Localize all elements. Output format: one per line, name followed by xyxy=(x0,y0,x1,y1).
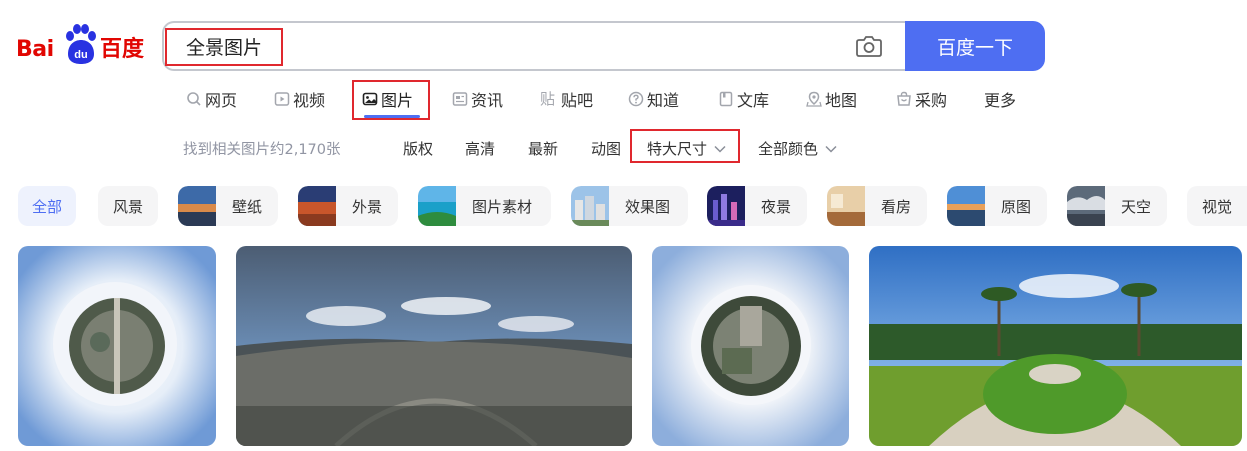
tag-label: 天空 xyxy=(1121,197,1152,216)
result-image-panorama-garden[interactable] xyxy=(869,246,1242,446)
tab-tieba[interactable]: 贴 贴吧 xyxy=(540,84,593,114)
tag-thumbnail xyxy=(418,186,456,226)
tag-thumbnail xyxy=(178,186,216,226)
cart-icon xyxy=(897,91,911,106)
filter-extra-large-size[interactable]: 特大尺寸 xyxy=(647,138,727,159)
tag-night-view[interactable]: 夜景 xyxy=(707,186,807,226)
result-thumbnail xyxy=(869,246,1242,446)
tab-label: 采购 xyxy=(915,91,948,110)
filter-label: 全部颜色 xyxy=(758,140,819,158)
tieba-icon: 贴 xyxy=(540,90,556,108)
tag-label: 壁纸 xyxy=(232,197,263,216)
tab-video[interactable]: 视频 xyxy=(274,84,325,114)
map-pin-icon xyxy=(806,91,822,107)
search-button[interactable]: 百度一下 xyxy=(905,21,1045,71)
tag-wallpaper[interactable]: 壁纸 xyxy=(178,186,278,226)
tab-purchase[interactable]: 采购 xyxy=(896,84,947,114)
tag-thumbnail xyxy=(1067,186,1105,226)
result-thumbnail xyxy=(236,246,632,446)
tab-label: 资讯 xyxy=(471,91,504,110)
baidu-logo[interactable]: Bai du 百度 xyxy=(16,24,146,68)
tag-rendering[interactable]: 效果图 xyxy=(571,186,688,226)
tab-label: 视频 xyxy=(293,91,326,110)
tab-wenku[interactable]: 文库 xyxy=(718,84,769,114)
tag-label: 夜景 xyxy=(761,197,792,216)
tag-scenery[interactable]: 风景 xyxy=(98,186,158,226)
tag-thumbnail xyxy=(707,186,745,226)
filter-all-colors[interactable]: 全部颜色 xyxy=(758,138,838,159)
tab-map[interactable]: 地图 xyxy=(806,84,857,114)
tag-all[interactable]: 全部 xyxy=(18,186,76,226)
filter-copyright[interactable]: 版权 xyxy=(403,138,433,159)
tag-thumbnail xyxy=(947,186,985,226)
tag-thumbnail xyxy=(827,186,865,226)
tab-zhidao[interactable]: 知道 xyxy=(628,84,679,114)
search-input[interactable] xyxy=(172,29,772,63)
tag-exterior[interactable]: 外景 xyxy=(298,186,398,226)
logo-text-du: du xyxy=(74,49,87,61)
tab-label: 文库 xyxy=(737,91,770,110)
tab-label: 贴吧 xyxy=(561,91,594,110)
tab-more[interactable]: 更多 xyxy=(984,84,1016,114)
search-box xyxy=(162,21,906,71)
tag-thumbnail xyxy=(298,186,336,226)
filter-animated[interactable]: 动图 xyxy=(591,138,621,159)
tag-visual[interactable]: 视觉 xyxy=(1187,186,1247,226)
logo-text-baidu: 百度 xyxy=(100,37,145,62)
tab-news[interactable]: 资讯 xyxy=(452,84,503,114)
tag-image-material[interactable]: 图片素材 xyxy=(418,186,551,226)
logo-text-bai: Bai xyxy=(16,37,54,62)
tag-label: 看房 xyxy=(881,197,912,216)
question-icon xyxy=(628,91,644,107)
result-count: 找到相关图片约2,170张 xyxy=(183,142,341,158)
tag-house-viewing[interactable]: 看房 xyxy=(827,186,927,226)
news-icon xyxy=(452,92,468,106)
play-icon xyxy=(274,92,290,106)
tag-thumbnail xyxy=(571,186,609,226)
camera-icon[interactable] xyxy=(856,35,882,57)
chevron-down-icon xyxy=(714,145,726,153)
result-image-tiny-planet-2[interactable] xyxy=(652,246,849,446)
filter-latest[interactable]: 最新 xyxy=(528,138,558,159)
filter-label: 特大尺寸 xyxy=(647,140,708,158)
tab-label: 网页 xyxy=(205,91,238,110)
search-icon xyxy=(187,92,201,106)
document-icon xyxy=(719,91,733,107)
filter-hd[interactable]: 高清 xyxy=(465,138,495,159)
tag-original-image[interactable]: 原图 xyxy=(947,186,1047,226)
tab-label: 地图 xyxy=(825,91,858,110)
tag-sky[interactable]: 天空 xyxy=(1067,186,1167,226)
result-thumbnail xyxy=(652,246,849,446)
tag-label: 图片素材 xyxy=(472,197,533,216)
tag-label: 外景 xyxy=(352,197,383,216)
tab-web[interactable]: 网页 xyxy=(186,84,237,114)
result-image-panorama-city[interactable] xyxy=(236,246,632,446)
tab-label: 知道 xyxy=(647,91,680,110)
result-thumbnail xyxy=(18,246,216,446)
tab-label: 图片 xyxy=(381,91,414,110)
active-tab-indicator xyxy=(364,115,420,118)
tag-label: 效果图 xyxy=(625,197,671,216)
baidu-paw-icon: du xyxy=(66,24,96,64)
image-icon xyxy=(362,92,378,106)
chevron-down-icon xyxy=(825,145,837,153)
tab-label: 更多 xyxy=(984,91,1017,110)
tab-images[interactable]: 图片 xyxy=(362,84,413,114)
tag-label: 原图 xyxy=(1001,197,1032,216)
result-image-tiny-planet-1[interactable] xyxy=(18,246,216,446)
